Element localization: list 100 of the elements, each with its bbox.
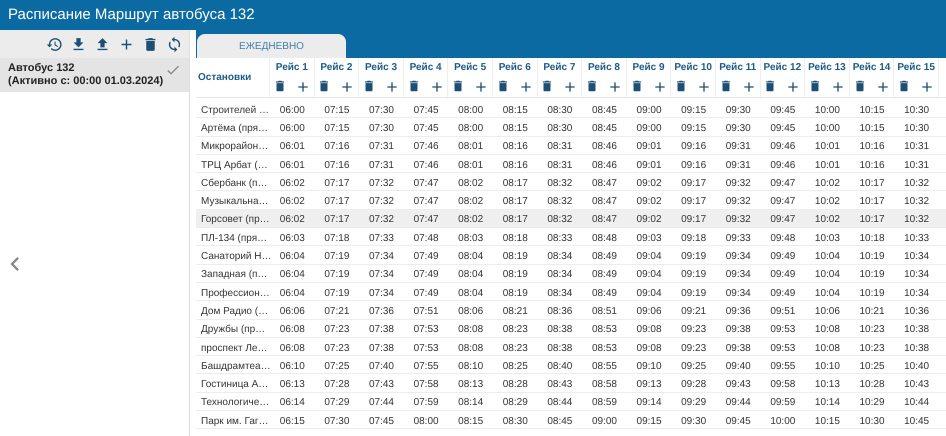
table-cell: 09:06 <box>636 306 662 317</box>
table-cell: 10:30 <box>860 416 885 427</box>
table-cell: 09:34 <box>726 269 751 280</box>
table-cell: 09:04 <box>636 251 662 262</box>
table-cell: 09:30 <box>726 104 751 116</box>
table-cell: 09:29 <box>681 397 706 408</box>
table-cell: 08:53 <box>592 324 617 336</box>
table-cell: 09:48 <box>770 232 796 244</box>
table-cell: 07:38 <box>368 342 394 354</box>
table-cell: 10:03 <box>814 232 840 244</box>
table-cell: 09:02 <box>636 196 662 208</box>
table-cell: 07:17 <box>324 196 350 208</box>
table-cell: 08:17 <box>502 196 528 208</box>
table-cell: 09:49 <box>770 251 796 262</box>
table-cell: 09:59 <box>770 397 796 408</box>
table-cell: 09:34 <box>726 288 751 299</box>
table-cell: 10:06 <box>814 306 840 317</box>
table-cell: 08:16 <box>502 160 528 171</box>
table-cell: 07:18 <box>324 232 350 244</box>
table-row[interactable]: Западная (п… 06:04 07:19 07:34 07:49 08:04 08:19 08:34 08:49 09:04 09:19 09:34 09:49 10:04 10:19 10:34 <box>196 264 946 283</box>
table-cell: Парк им. Гаг… <box>201 416 269 427</box>
table-cell: 07:19 <box>324 288 350 299</box>
table-cell: 08:17 <box>502 178 528 189</box>
table-cell: 08:16 <box>502 141 528 152</box>
table-cell: 10:23 <box>860 324 885 336</box>
table-cell: 08:36 <box>547 306 572 317</box>
column-header: Рейс 13 <box>808 61 846 75</box>
table-cell: 07:51 <box>414 306 439 317</box>
table-cell: 09:53 <box>770 324 796 336</box>
table-cell: 08:00 <box>458 122 484 134</box>
table-cell: 09:46 <box>770 141 796 152</box>
table-cell: Башдрамтеа… <box>201 360 271 372</box>
table-cell: 09:51 <box>770 306 796 317</box>
table-cell: 09:40 <box>726 360 751 372</box>
table-cell: 08:19 <box>502 251 528 262</box>
table-cell: 07:49 <box>414 251 439 262</box>
table-cell: 08:10 <box>458 360 484 372</box>
table-cell: 07:38 <box>368 324 394 336</box>
table-cell: Санаторий Н… <box>201 251 272 262</box>
table-cell: 08:30 <box>547 104 572 116</box>
table-cell: 07:15 <box>324 122 350 134</box>
table-cell: 08:01 <box>458 141 484 152</box>
column-header: Рейс 2 <box>320 61 352 75</box>
table-cell: 07:32 <box>368 214 394 226</box>
table-row[interactable]: Микрорайон… 06:01 07:16 07:31 07:46 08:01 08:16 08:31 08:46 09:01 09:16 09:31 09:46 10:01 10:16 10:31 <box>196 136 946 155</box>
table-cell: 08:19 <box>502 288 528 299</box>
table-cell: ПЛ-134 (пря… <box>201 232 268 244</box>
table-cell: 09:08 <box>636 342 662 354</box>
column-header: Рейс 14 <box>852 61 890 75</box>
table-cell: 07:47 <box>414 196 439 208</box>
table-cell: 09:45 <box>770 104 796 116</box>
table-cell: 07:49 <box>414 269 439 280</box>
history-icon[interactable] <box>46 36 63 52</box>
table-row[interactable]: Дружбы (пр… 06:08 07:23 07:38 07:53 08:08 08:23 08:38 08:53 09:08 09:23 09:38 09:53 10:08 10:23 10:38 <box>196 320 946 338</box>
sidebar-item[interactable]: Автобус 132 (Активно с: 00:00 01.03.2024) <box>0 58 189 92</box>
column-header: Рейс 12 <box>764 61 802 75</box>
table-cell: 10:17 <box>860 214 885 226</box>
table-cell: 10:33 <box>904 232 930 244</box>
table-cell: 08:33 <box>547 232 572 244</box>
table-cell: 07:36 <box>368 306 394 317</box>
table-cell: 07:15 <box>324 104 350 116</box>
table-cell: 10:16 <box>860 141 885 152</box>
table-cell: 08:34 <box>547 251 572 262</box>
table-cell: 09:33 <box>726 232 751 244</box>
table-cell: 07:23 <box>324 342 350 354</box>
table-cell: 09:19 <box>681 251 706 262</box>
table-cell: 09:31 <box>726 160 751 171</box>
refresh-icon[interactable] <box>166 36 183 52</box>
table-cell: 07:31 <box>368 160 394 171</box>
column-header: Рейс 4 <box>410 61 442 75</box>
table-cell: 09:34 <box>726 251 751 262</box>
table-cell: 08:59 <box>592 397 617 408</box>
table-cell: 09:16 <box>681 141 706 152</box>
table-cell: 07:34 <box>368 288 394 299</box>
table-cell: 10:38 <box>904 324 930 336</box>
column-header: Рейс 1 <box>276 61 308 75</box>
table-cell: 10:04 <box>814 251 840 262</box>
table-cell: 09:01 <box>636 160 662 171</box>
table-cell: 07:31 <box>368 141 394 152</box>
table-cell: 09:01 <box>636 141 662 152</box>
table-cell: 09:04 <box>636 269 662 280</box>
column-header: Рейс 5 <box>454 61 486 75</box>
table-cell: Музыкальна… <box>201 196 268 208</box>
table-cell: 10:17 <box>860 196 885 208</box>
table-cell: 07:16 <box>324 160 350 171</box>
table-cell: Профессион… <box>201 288 270 299</box>
table-cell: 07:30 <box>368 122 394 134</box>
table-cell: 09:25 <box>681 360 706 372</box>
table-cell: 07:19 <box>324 269 350 280</box>
table-cell: 08:45 <box>592 122 617 134</box>
table-cell: 07:32 <box>368 196 394 208</box>
table-row[interactable]: Горсовет (пр… 06:02 07:17 07:32 07:47 08:02 08:17 08:32 08:47 09:02 09:17 09:32 09:47 10:02 10:17 10:32 <box>196 210 946 228</box>
table-cell: 08:04 <box>458 269 484 280</box>
table-cell: 06:04 <box>280 269 305 280</box>
tab[interactable]: ЕЖЕДНЕВНО <box>197 34 346 58</box>
table-cell: 09:38 <box>726 324 751 336</box>
table-cell: 09:43 <box>726 379 751 390</box>
table-cell: 08:19 <box>502 269 528 280</box>
table-cell: 06:13 <box>280 379 305 390</box>
table-cell: 09:10 <box>636 360 662 372</box>
